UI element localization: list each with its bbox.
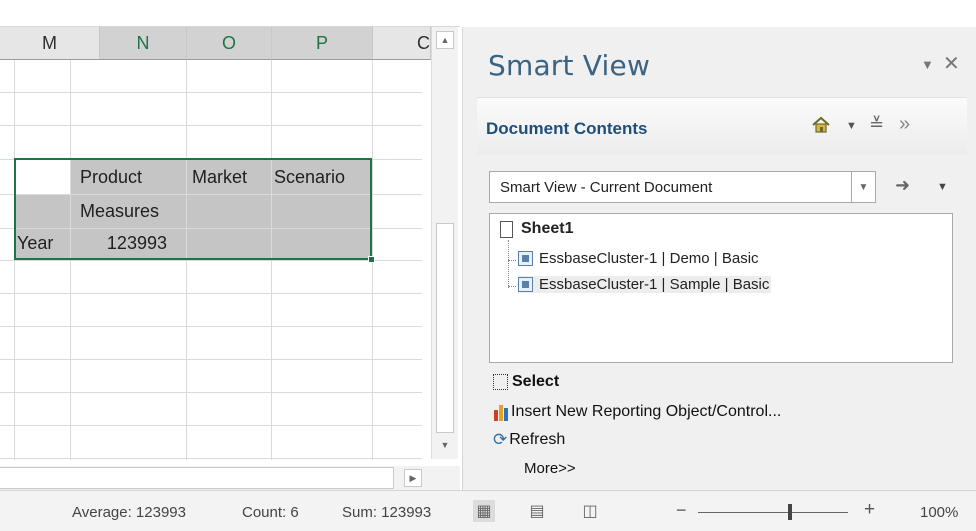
gridline-h <box>0 392 422 393</box>
page-break-icon[interactable]: ◫ <box>579 500 601 522</box>
selection-range <box>14 158 372 260</box>
connection-icon <box>518 277 533 292</box>
arrow-right-icon[interactable]: ➜ <box>895 175 910 196</box>
column-header-q-label: C <box>417 32 430 53</box>
tree-item-demo[interactable]: EssbaseCluster-1 | Demo | Basic <box>518 250 759 267</box>
sheet-top-strip <box>0 0 460 27</box>
tree-node-sheet1[interactable]: Sheet1 <box>500 220 573 238</box>
tree-connector <box>508 260 516 261</box>
vertical-scrollbar[interactable]: ▲ ▼ <box>431 27 458 459</box>
page-layout-icon[interactable]: ▤ <box>526 500 548 522</box>
document-tree[interactable]: Sheet1 EssbaseCluster-1 | Demo | Basic E… <box>489 213 953 363</box>
column-header-o[interactable]: O <box>187 27 272 60</box>
spreadsheet-grid[interactable]: M N O P C Product Market Scenario Measur… <box>0 0 460 490</box>
zoom-slider-track[interactable] <box>698 512 848 513</box>
insert-reporting-object-label: Insert New Reporting Object/Control... <box>511 403 782 420</box>
refresh-action-label: Refresh <box>509 431 566 448</box>
reporting-object-icon <box>494 405 508 421</box>
gridline-h <box>0 293 422 294</box>
select-action[interactable]: Select <box>493 373 559 391</box>
status-bar: Average: 123993 Count: 6 Sum: 123993 ▦ ▤… <box>0 490 976 531</box>
column-header-p[interactable]: P <box>272 27 373 60</box>
horizontal-scroll-thumb[interactable] <box>0 467 394 489</box>
select-icon <box>493 374 508 390</box>
excel-window: M N O P C Product Market Scenario Measur… <box>0 0 976 531</box>
zoom-out-button[interactable]: − <box>676 500 687 521</box>
refresh-icon: ⟳ <box>493 430 508 449</box>
scroll-down-button[interactable]: ▼ <box>436 436 454 454</box>
zoom-in-button[interactable]: + <box>864 499 875 521</box>
vertical-scroll-thumb[interactable] <box>436 223 454 433</box>
double-chevron-right-icon[interactable]: » <box>899 113 910 136</box>
chevron-down-icon: ▼ <box>858 181 869 193</box>
gridline-h <box>0 458 422 459</box>
select-action-label: Select <box>512 373 560 390</box>
gridline-h <box>0 92 422 93</box>
tree-item-demo-label: EssbaseCluster-1 | Demo | Basic <box>539 250 759 267</box>
document-selector[interactable]: Smart View - Current Document ▼ <box>489 171 876 203</box>
column-header-q[interactable]: C <box>373 27 431 60</box>
pin-icon[interactable]: ▼ <box>921 57 934 72</box>
status-average: Average: 123993 <box>72 504 186 521</box>
zoom-slider-thumb[interactable] <box>788 504 792 520</box>
tree-item-sample-label: EssbaseCluster-1 | Sample | Basic <box>539 276 770 293</box>
document-contents-title: Document Contents <box>486 119 648 138</box>
connection-icon <box>518 251 533 266</box>
combo-dropdown-button[interactable]: ▼ <box>851 172 875 202</box>
column-header-m[interactable]: M <box>0 27 100 60</box>
sheet-icon <box>500 220 513 238</box>
pane-title: Smart View <box>488 49 651 82</box>
insert-reporting-object-action[interactable]: Insert New Reporting Object/Control... <box>493 402 781 422</box>
chevron-down-icon[interactable]: ▼ <box>846 120 857 132</box>
status-sum: Sum: 123993 <box>342 504 432 521</box>
fill-handle[interactable] <box>368 256 375 263</box>
tree-node-sheet1-label: Sheet1 <box>521 220 574 237</box>
horizontal-scrollbar[interactable]: ▶ <box>0 466 460 490</box>
gridline-h <box>0 125 422 126</box>
gridline-h <box>0 359 422 360</box>
tree-connector <box>508 286 516 287</box>
tree-item-sample[interactable]: EssbaseCluster-1 | Sample | Basic <box>518 276 772 293</box>
home-icon[interactable] <box>811 115 831 135</box>
column-header-n[interactable]: N <box>100 27 187 60</box>
refresh-action[interactable]: ⟳ Refresh <box>493 430 565 450</box>
document-selector-value: Smart View - Current Document <box>500 178 713 196</box>
status-count: Count: 6 <box>242 504 299 521</box>
scroll-up-button[interactable]: ▲ <box>436 31 454 49</box>
normal-view-icon[interactable]: ▦ <box>473 500 495 522</box>
document-contents-bar: Document Contents ▼ ≚ » <box>477 97 967 155</box>
zoom-level[interactable]: 100% <box>920 504 958 521</box>
triangle-up-icon: ▲ <box>440 35 450 45</box>
scroll-right-button[interactable]: ▶ <box>404 469 422 487</box>
double-chevron-down-icon[interactable]: ≚ <box>869 114 884 135</box>
triangle-down-icon: ▼ <box>440 440 450 450</box>
gridline-h <box>0 326 422 327</box>
gridline-h <box>0 425 422 426</box>
triangle-right-icon: ▶ <box>409 472 417 483</box>
gridline-h <box>0 260 422 261</box>
tree-connector <box>508 240 509 288</box>
more-link[interactable]: More>> <box>524 460 576 477</box>
close-icon[interactable]: ✕ <box>943 51 960 76</box>
chevron-down-icon[interactable]: ▼ <box>937 181 948 193</box>
